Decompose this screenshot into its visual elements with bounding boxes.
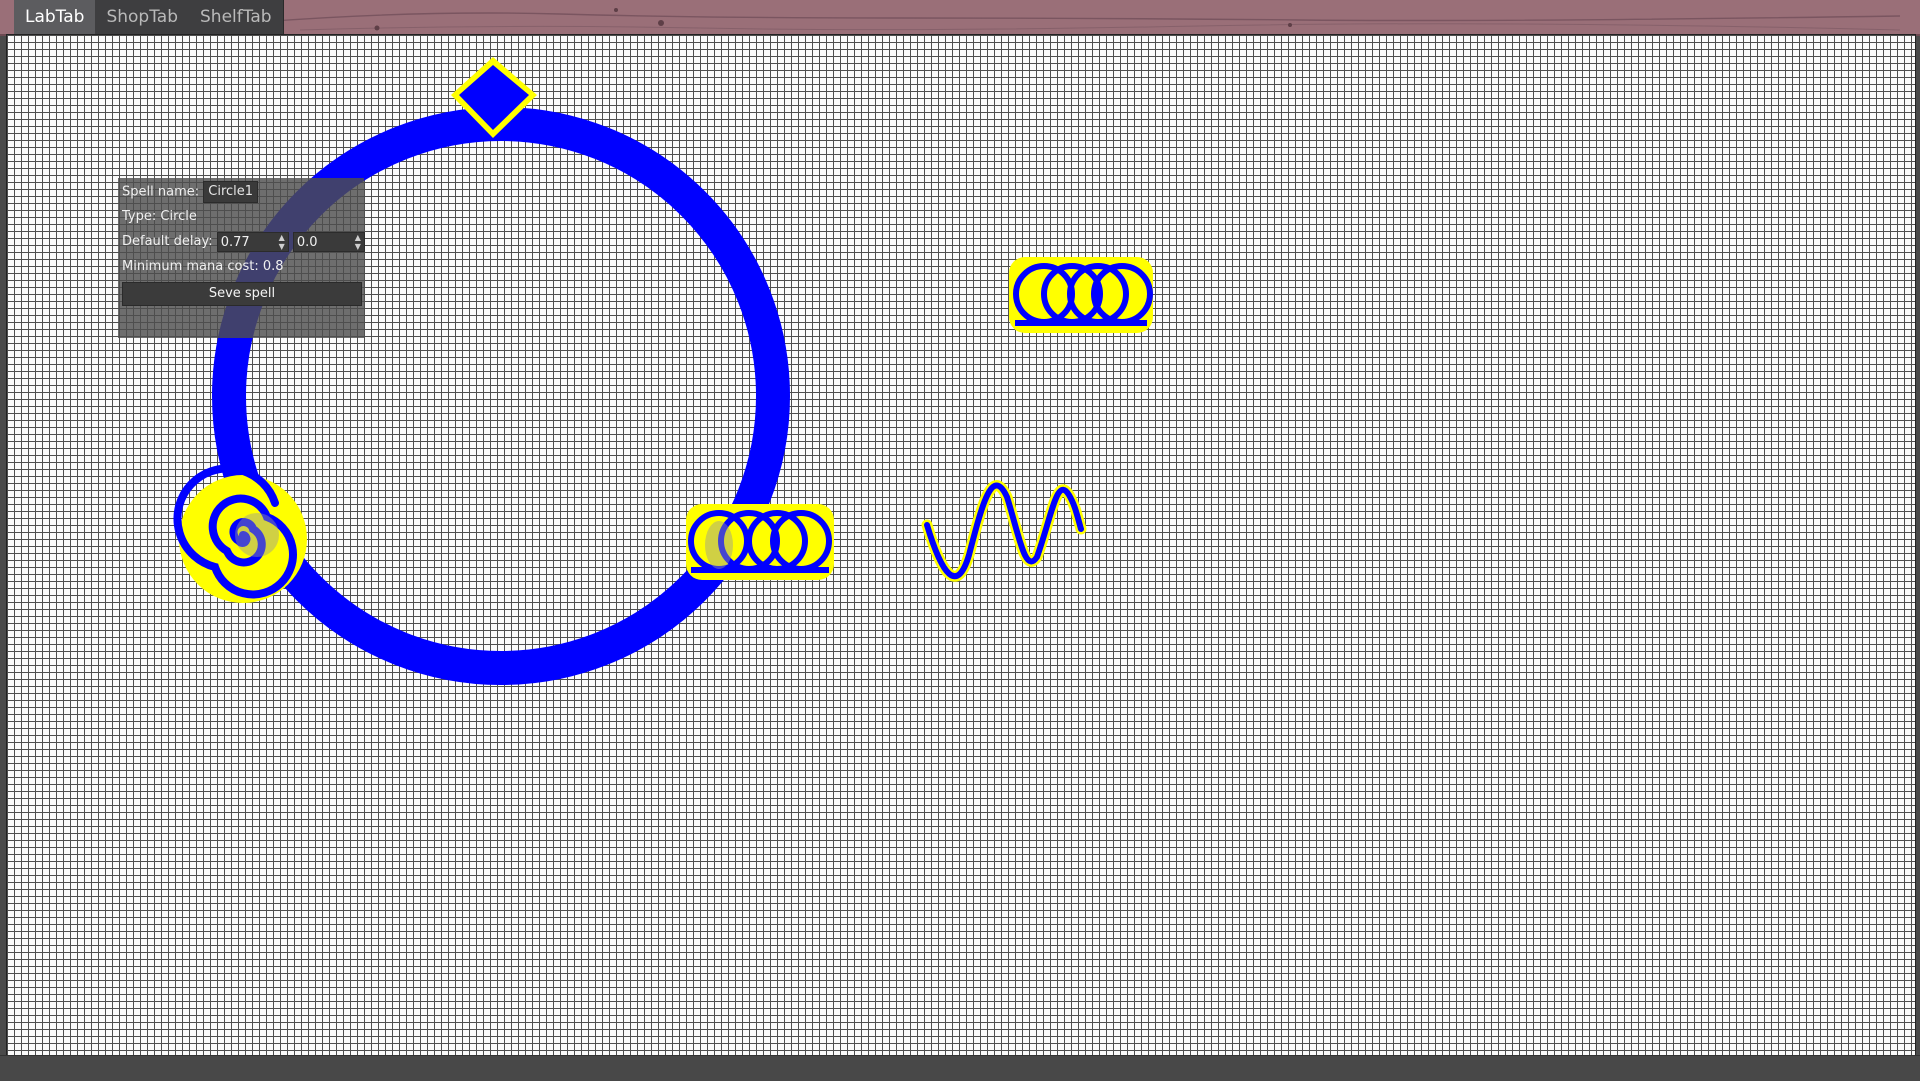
spell-name-row: Spell name: Circle1 xyxy=(122,181,259,203)
spell-name-input[interactable]: Circle1 xyxy=(203,181,259,203)
tab-lab[interactable]: LabTab xyxy=(14,0,96,34)
bottom-bar xyxy=(0,1055,1920,1081)
topbar-texture xyxy=(259,8,1901,31)
coil-rune-attached[interactable] xyxy=(686,504,834,580)
default-delay-row: Default delay: 0.77 ▲ ▼ 0.0 ▲ ▼ xyxy=(122,231,365,253)
spin-arrows-icon[interactable]: ▲ ▼ xyxy=(277,233,287,251)
mana-cost-row: Minimum mana cost: 0.8 xyxy=(122,256,284,278)
spell-type-value: Circle xyxy=(160,209,197,224)
tab-shop[interactable]: ShopTab xyxy=(95,0,189,34)
spin-arrows-icon[interactable]: ▲ ▼ xyxy=(353,233,363,251)
delay-spinbox-1[interactable]: 0.77 ▲ ▼ xyxy=(216,231,289,252)
delay-spinbox-2[interactable]: 0.0 ▲ ▼ xyxy=(292,231,365,252)
tab-bar: LabTab ShopTab ShelfTab xyxy=(14,0,284,34)
coil-rune-free[interactable] xyxy=(1009,257,1153,333)
spell-name-label: Spell name: xyxy=(122,184,200,200)
default-delay-label: Default delay: xyxy=(122,234,213,249)
spiral-rune[interactable] xyxy=(173,464,307,603)
wave-rune-free[interactable] xyxy=(921,480,1087,582)
tab-shelf[interactable]: ShelfTab xyxy=(189,0,283,34)
mana-cost-value: 0.8 xyxy=(262,259,284,274)
spell-type-label: Type: xyxy=(122,209,157,224)
top-bar: LabTab ShopTab ShelfTab xyxy=(0,0,1920,36)
spell-type-row: Type: Circle xyxy=(122,206,197,228)
delay-value-2: 0.0 xyxy=(296,234,318,250)
spell-info-panel: Spell name: Circle1 Type: Circle Default… xyxy=(118,178,365,338)
delay-value-1: 0.77 xyxy=(220,234,250,250)
save-spell-button[interactable]: Seve spell xyxy=(122,282,362,306)
mana-cost-label: Minimum mana cost: xyxy=(122,259,259,274)
